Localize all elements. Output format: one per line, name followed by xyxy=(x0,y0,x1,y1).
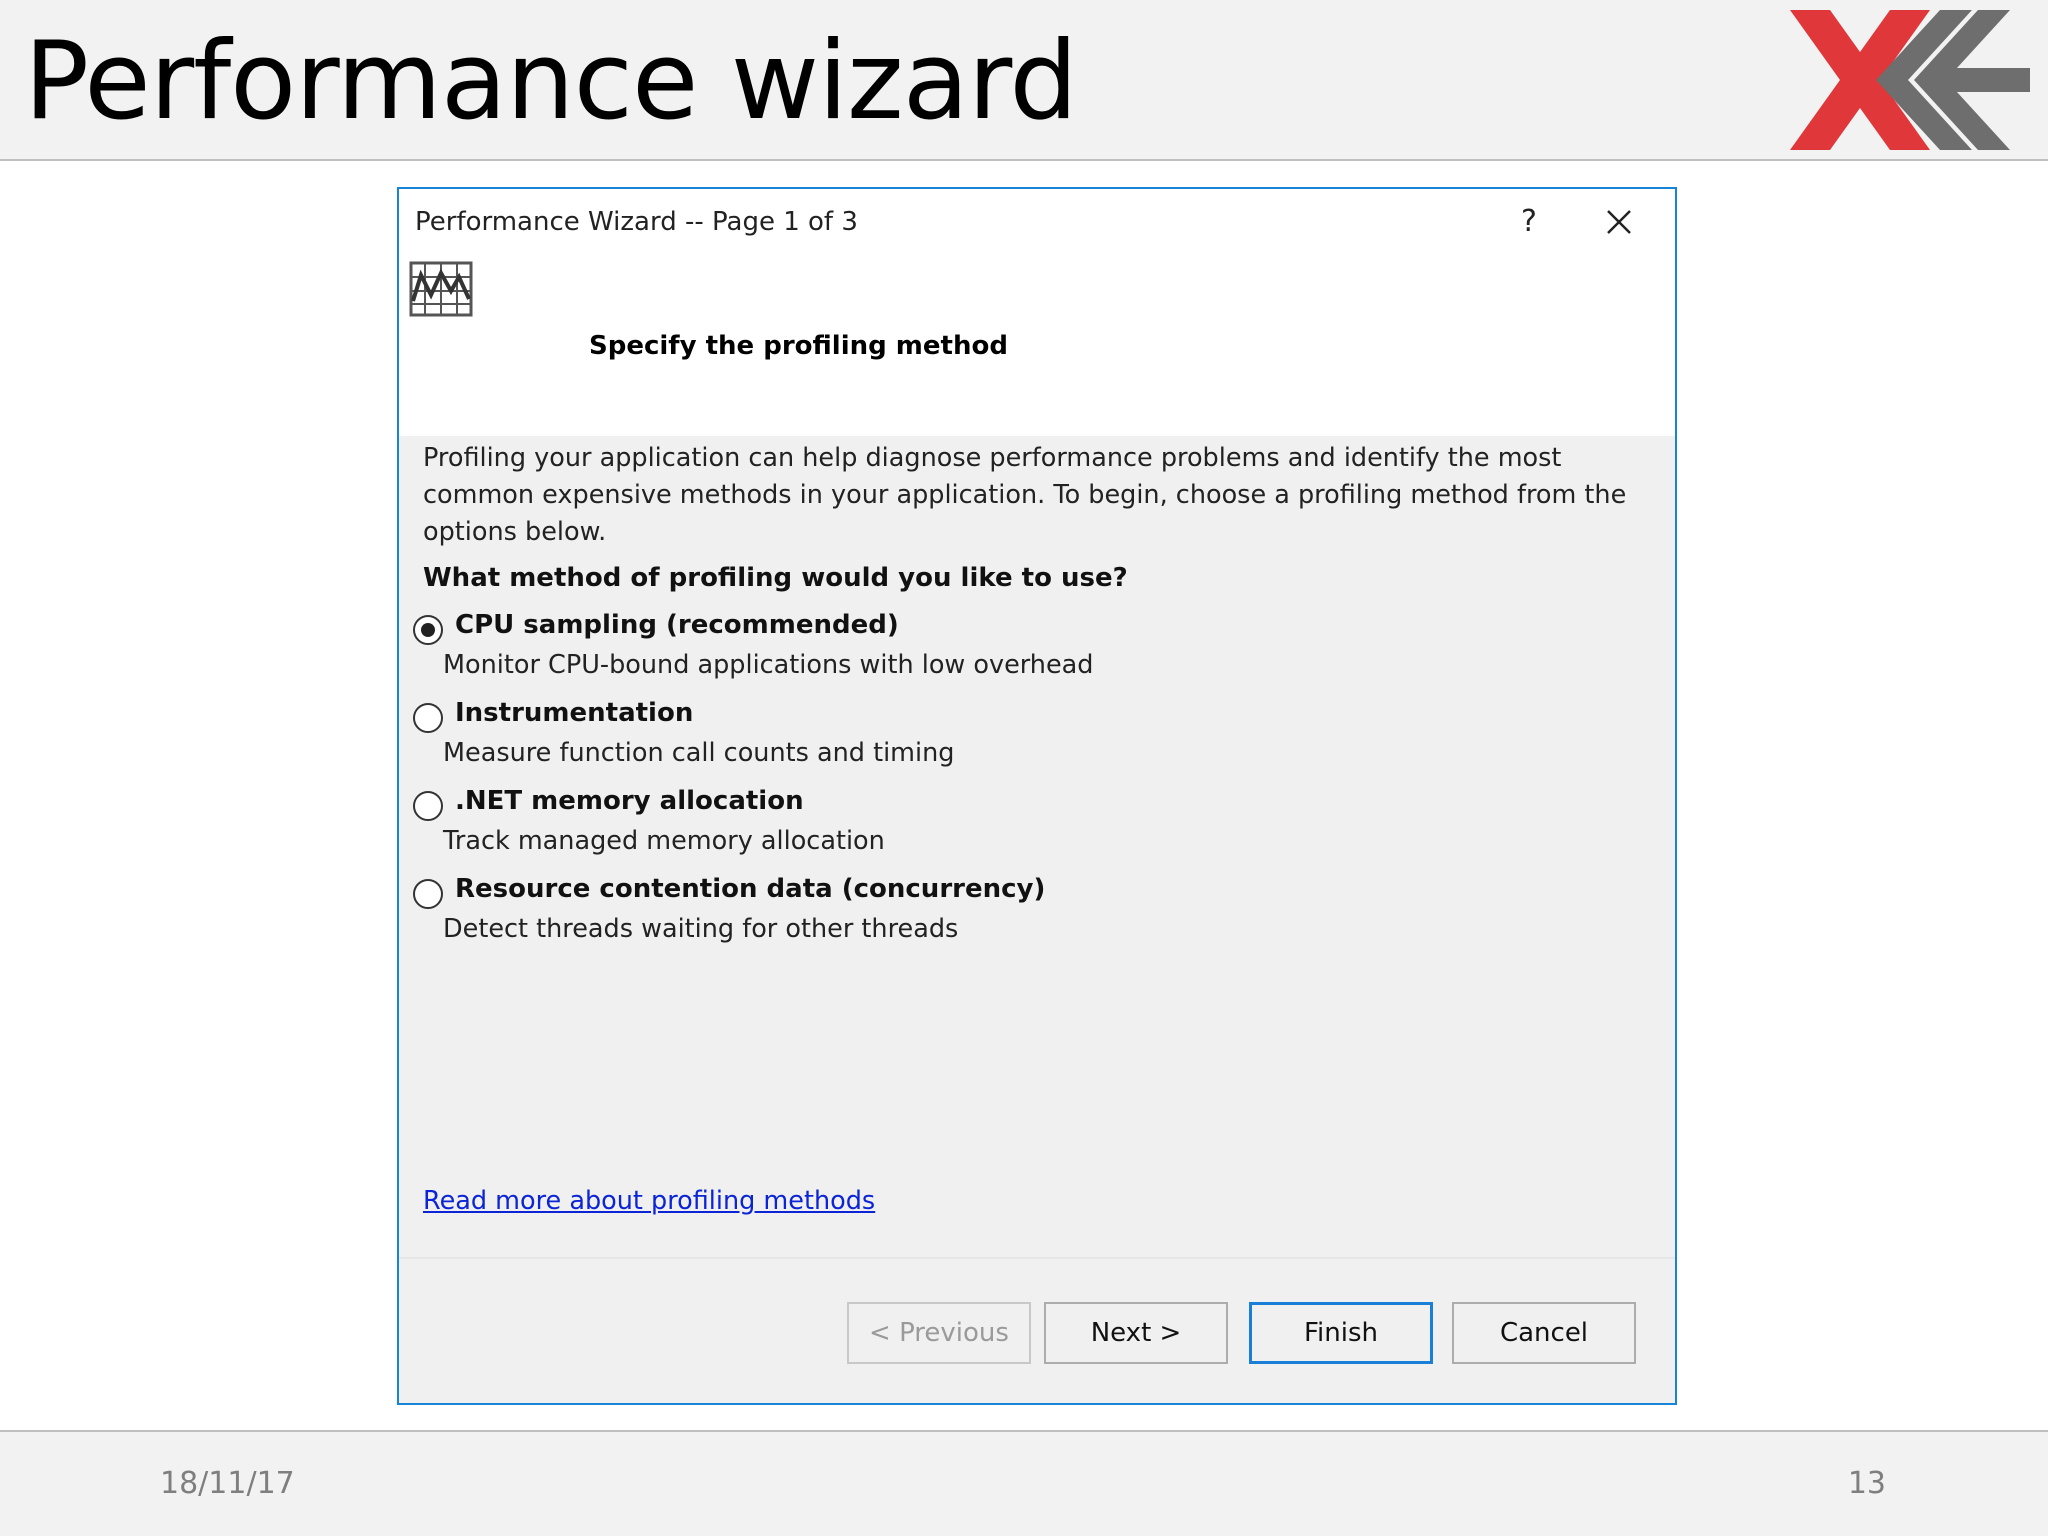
read-more-link[interactable]: Read more about profiling methods xyxy=(423,1186,875,1216)
slide-header: Performance wizard xyxy=(0,0,2048,161)
next-button[interactable]: Next > xyxy=(1044,1302,1228,1364)
option-net-memory[interactable]: .NET memory allocation Track managed mem… xyxy=(413,784,1613,872)
finish-button[interactable]: Finish xyxy=(1249,1302,1433,1364)
cancel-button[interactable]: Cancel xyxy=(1452,1302,1636,1364)
option-description: Track managed memory allocation xyxy=(443,826,885,856)
option-description: Monitor CPU-bound applications with low … xyxy=(443,650,1094,680)
slide-footer: 18/11/17 13 xyxy=(0,1430,2048,1536)
option-label: Resource contention data (concurrency) xyxy=(455,874,1046,904)
help-button[interactable]: ? xyxy=(1499,199,1559,245)
slide: Performance wizard Performance Wizard --… xyxy=(0,0,2048,1536)
option-label: Instrumentation xyxy=(455,698,694,728)
dialog-body: Profiling your application can help diag… xyxy=(399,436,1675,1257)
intro-text: Profiling your application can help diag… xyxy=(423,443,1627,547)
dialog-footer: < Previous Next > Finish Cancel xyxy=(399,1257,1675,1403)
footer-date: 18/11/17 xyxy=(160,1466,295,1501)
option-description: Measure function call counts and timing xyxy=(443,738,955,768)
option-resource-contention[interactable]: Resource contention data (concurrency) D… xyxy=(413,872,1613,960)
profiling-question: What method of profiling would you like … xyxy=(423,563,1128,593)
radio-instrumentation[interactable] xyxy=(413,703,443,733)
option-label: CPU sampling (recommended) xyxy=(455,610,899,640)
section-heading: Specify the profiling method xyxy=(589,331,1008,361)
option-cpu-sampling[interactable]: CPU sampling (recommended) Monitor CPU-b… xyxy=(413,608,1613,696)
previous-button[interactable]: < Previous xyxy=(847,1302,1031,1364)
radio-resource-contention[interactable] xyxy=(413,879,443,909)
performance-wizard-dialog: Performance Wizard -- Page 1 of 3 ? Spec… xyxy=(397,187,1677,1405)
close-icon xyxy=(1607,210,1631,234)
brand-logo-icon xyxy=(1790,10,2030,150)
dialog-titlebar: Performance Wizard -- Page 1 of 3 ? xyxy=(399,189,1675,257)
option-description: Detect threads waiting for other threads xyxy=(443,914,959,944)
option-instrumentation[interactable]: Instrumentation Measure function call co… xyxy=(413,696,1613,784)
option-label: .NET memory allocation xyxy=(455,786,804,816)
dialog-title: Performance Wizard -- Page 1 of 3 xyxy=(415,207,858,237)
close-button[interactable] xyxy=(1589,199,1649,245)
radio-net-memory[interactable] xyxy=(413,791,443,821)
radio-cpu-sampling[interactable] xyxy=(413,615,443,645)
performance-chart-icon xyxy=(409,261,473,317)
slide-title: Performance wizard xyxy=(24,19,1078,144)
page-number: 13 xyxy=(1847,1466,1886,1501)
